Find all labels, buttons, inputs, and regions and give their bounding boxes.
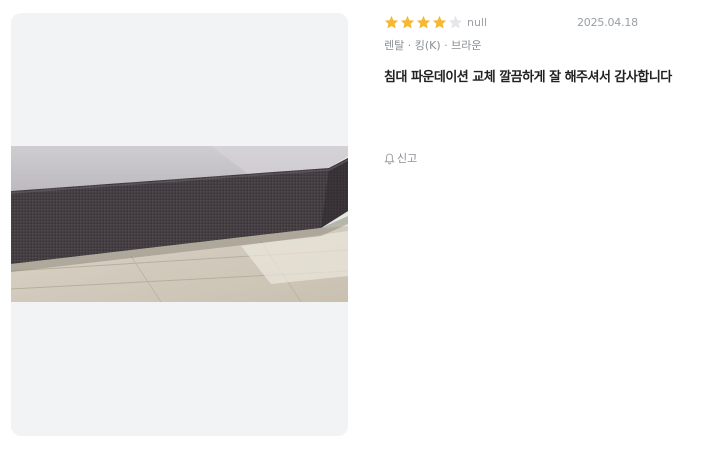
review-content: 침대 파운데이션 교체 깔끔하게 잘 해주셔서 감사합니다 [384,70,672,85]
author-name: null [467,16,488,29]
star-empty-icon [448,15,463,29]
review-photo-frame[interactable] [11,13,348,436]
bell-icon [384,153,395,165]
star-icon [400,15,415,29]
star-icon [432,15,447,29]
review-date: 2025.04.18 [577,16,638,29]
star-icon [384,15,399,29]
product-option: 렌탈 · 킹(K) · 브라운 [384,39,482,52]
review-photo[interactable] [11,146,348,302]
report-button[interactable]: 신고 [384,151,417,167]
rating-stars [384,15,463,31]
review-card: null 2025.04.18 렌탈 · 킹(K) · 브라운 침대 파운데이션… [0,0,716,452]
star-icon [416,15,431,29]
review-meta: null 2025.04.18 [384,14,704,32]
report-label: 신고 [397,152,418,165]
